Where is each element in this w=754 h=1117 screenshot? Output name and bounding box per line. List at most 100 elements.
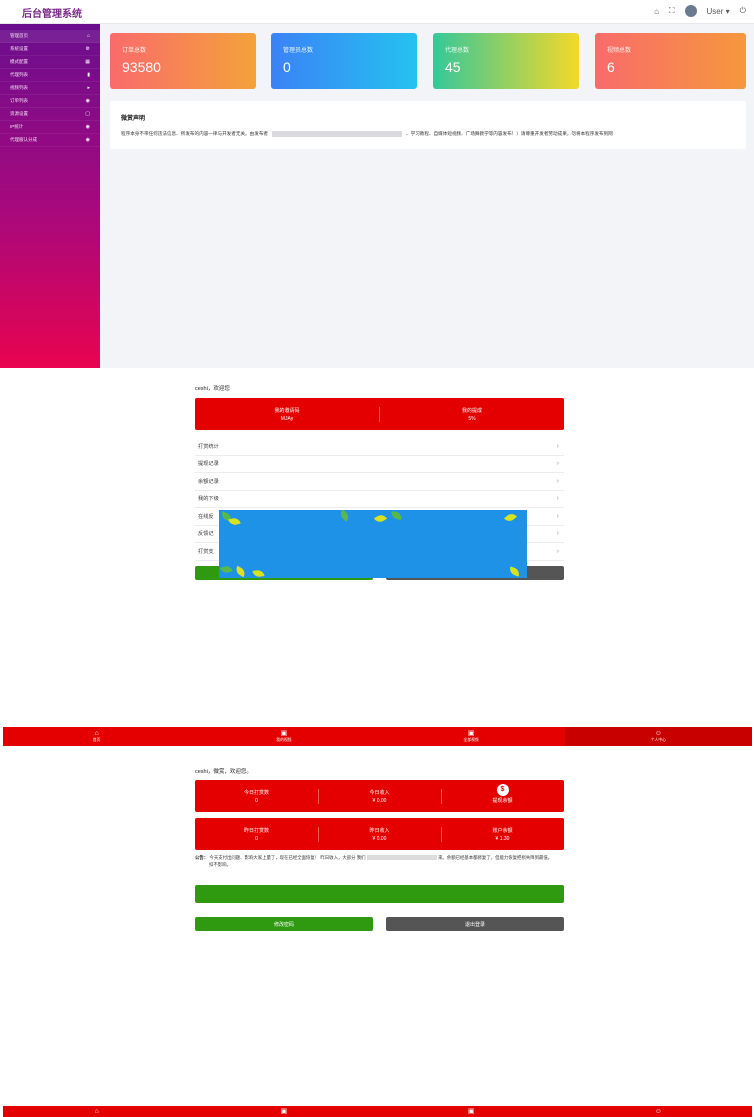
withdraw-cell[interactable]: $ 提现余额 xyxy=(441,784,564,805)
sidebar-item-resources[interactable]: 资源设置 ▢ xyxy=(0,108,100,121)
stat-value: 6 xyxy=(607,59,615,75)
chevron-right-icon: › xyxy=(556,495,559,503)
today-income-cell: 今日收入 ¥ 0.00 xyxy=(318,789,441,805)
change-password-button[interactable]: 修改密码 xyxy=(195,917,373,931)
tab-my-videos[interactable]: ▣ xyxy=(190,1106,377,1117)
stat-value: 45 xyxy=(445,59,461,75)
tab-profile[interactable]: ☺ 个人中心 xyxy=(564,727,752,746)
tab-home[interactable]: ⌂ 首页 xyxy=(3,727,190,746)
dollar-icon: $ xyxy=(496,784,509,796)
disclaimer-text-start: 程序本身不带任何违法信息、所发布的内容一律与开发者无关。由发布者 xyxy=(121,131,269,137)
home-icon: ⌂ xyxy=(94,1107,99,1115)
menu-item-reward-stats[interactable]: 打赏统计 › xyxy=(195,438,564,456)
stat-card-videos: 视频总数 6 xyxy=(595,33,746,89)
announcement-text-2: 扣不影响。 xyxy=(209,862,231,867)
leaf-icon xyxy=(508,566,521,577)
sidebar-item-settings[interactable]: 系统设置 ⚙ xyxy=(0,43,100,56)
sidebar-item-videos[interactable]: 视频列表 ▸ xyxy=(0,82,100,95)
chevron-right-icon: › xyxy=(556,442,559,450)
disclaimer-text: 程序本身不带任何违法信息、所发布的内容一律与开发者无关。由发布者 、学习教程、自媒… xyxy=(121,131,613,137)
sidebar-item-label: 订单列表 xyxy=(10,98,28,103)
tab-my-videos[interactable]: ▣ 我的视频 xyxy=(190,727,377,746)
bottom-tab-bar: ⌂ 首页 ▣ 我的视频 ▣ 全部视频 ☺ 个人中心 xyxy=(3,727,752,746)
stat-card-orders: 订单总数 93580 xyxy=(110,33,256,89)
bottom-tab-bar: ⌂ ▣ ▣ ☺ xyxy=(3,1106,752,1117)
sidebar-item-ip-stats[interactable]: IP统计 ◉ xyxy=(0,121,100,134)
leaf-icon xyxy=(233,565,248,578)
video-icon: ▣ xyxy=(467,730,475,737)
disclaimer-panel: 微赏声明 程序本身不带任何违法信息、所发布的内容一律与开发者无关。由发布者 、学习… xyxy=(110,101,746,149)
order-icon: ◉ xyxy=(85,98,90,104)
menu-item-label: 反馈记 xyxy=(198,531,214,538)
invite-code-label: 我的邀请码 xyxy=(274,408,300,414)
menu-item-label: 打赏统计 xyxy=(198,443,219,450)
stat-label: 订单总数 xyxy=(122,48,147,54)
stat-value: 0 xyxy=(283,59,291,75)
tab-label: 全部视频 xyxy=(463,738,479,742)
popup-banner-image[interactable] xyxy=(219,510,527,578)
user-icon: ▮ xyxy=(87,72,90,78)
leaf-icon xyxy=(390,511,403,520)
agent-info-card: 我的邀请码 MJAy 我的提成 5% xyxy=(195,398,564,430)
sidebar-item-label: 模式配置 xyxy=(10,59,28,64)
leaf-icon xyxy=(504,511,517,524)
power-icon[interactable]: ⏻ xyxy=(740,6,746,16)
monitor-icon: ▢ xyxy=(85,111,90,117)
menu-item-label: 余额记录 xyxy=(198,478,219,485)
logout-button[interactable]: 退出登录 xyxy=(386,917,564,931)
yesterday-stats-card: 昨日打赏数 0 昨日收入 ¥ 0.00 账户余额 ¥ 1.30 xyxy=(195,818,564,850)
today-rewards-cell: 今日打赏数 0 xyxy=(195,789,318,805)
stat-value: 0 xyxy=(255,798,258,804)
invite-code-value: MJAy xyxy=(280,416,294,422)
announcement-text: 今天支付出问题、影响大家上量了，现在已经全面恢复！ 昨日收入，大部分 我们 xyxy=(209,855,366,860)
chevron-right-icon: › xyxy=(556,477,559,485)
tab-all-videos[interactable]: ▣ 全部视频 xyxy=(378,727,565,746)
stat-value: 93580 xyxy=(122,59,161,75)
tab-profile[interactable]: ☺ xyxy=(565,1106,752,1117)
sidebar-item-mode[interactable]: 模式配置 ▦ xyxy=(0,56,100,69)
tab-all-videos[interactable]: ▣ xyxy=(378,1106,565,1117)
sidebar-item-label: 视频列表 xyxy=(10,85,28,90)
sidebar-item-agent-share[interactable]: 代理服认分成 ◉ xyxy=(0,134,100,147)
today-stats-card: 今日打赏数 0 今日收入 ¥ 0.00 $ 提现余额 xyxy=(195,780,564,812)
sidebar-item-agents[interactable]: 代理列表 ▮ xyxy=(0,69,100,82)
home-icon[interactable]: ⌂ xyxy=(654,7,659,16)
stat-card-admins: 管理员总数 0 xyxy=(271,33,417,89)
stat-label: 视频总数 xyxy=(607,48,632,54)
yesterday-rewards-cell: 昨日打赏数 0 xyxy=(195,827,318,843)
disclaimer-title: 微赏声明 xyxy=(121,116,146,122)
tab-home[interactable]: ⌂ xyxy=(3,1106,190,1117)
leaf-icon xyxy=(220,564,233,575)
stat-label: 昨日收入 xyxy=(369,828,390,834)
home-icon: ⌂ xyxy=(86,33,90,39)
user-menu[interactable]: User ▾ xyxy=(707,7,730,16)
tab-label: 我的视频 xyxy=(276,738,292,742)
user-icon: ☺ xyxy=(654,1107,662,1115)
sidebar-item-orders[interactable]: 订单列表 ◉ xyxy=(0,95,100,108)
wallet-greeting: ceshi，微赏，欢迎您。 xyxy=(195,769,252,775)
menu-item-withdraw-records[interactable]: 提现记录 › xyxy=(195,456,564,473)
brand-title: 后台管理系统 xyxy=(22,9,82,20)
user-icon: ☺ xyxy=(654,730,662,737)
sidebar-item-home[interactable]: 管理首页 ⌂ xyxy=(0,30,100,43)
announcement-label: 公告： xyxy=(195,855,209,860)
primary-action-button[interactable] xyxy=(195,885,564,903)
chevron-right-icon: › xyxy=(556,460,559,468)
invite-code-cell: 我的邀请码 MJAy xyxy=(195,407,379,423)
stat-value: ¥ 0.00 xyxy=(372,798,387,804)
menu-item-subordinates[interactable]: 我的下级 › xyxy=(195,491,564,508)
fullscreen-icon[interactable]: ⛶ xyxy=(669,6,675,16)
sidebar: 管理首页 ⌂ 系统设置 ⚙ 模式配置 ▦ 代理列表 ▮ 视频列表 ▸ 订单列表 ◉ 资源设置… xyxy=(0,24,100,368)
announcement: 公告： 今天支付出问题、影响大家上量了，现在已经全面恢复！ 昨日收入，大部分 我… xyxy=(195,854,564,868)
sidebar-item-label: 代理服认分成 xyxy=(10,137,37,142)
stat-label: 今日打赏数 xyxy=(243,790,269,796)
sidebar-item-label: 资源设置 xyxy=(10,111,28,116)
sidebar-item-label: IP统计 xyxy=(10,124,24,129)
menu-item-label: 在线反 xyxy=(198,513,214,520)
stat-value: 0 xyxy=(255,836,258,842)
play-icon: ▸ xyxy=(87,85,90,91)
menu-item-balance-records[interactable]: 余额记录 › xyxy=(195,473,564,491)
chevron-right-icon: › xyxy=(556,530,559,538)
user-avatar[interactable] xyxy=(684,5,697,17)
commission-cell: 我的提成 5% xyxy=(380,407,564,423)
